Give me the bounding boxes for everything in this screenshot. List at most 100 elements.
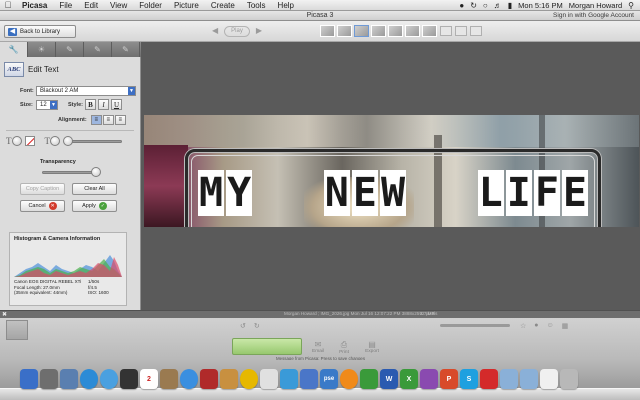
menu-tools[interactable]: Tools xyxy=(241,1,272,10)
outline-slider-knob[interactable] xyxy=(63,135,73,146)
app-icon-red[interactable] xyxy=(480,369,498,389)
photoshop-icon[interactable]: pse xyxy=(320,369,338,389)
font-select[interactable]: Blackout 2 AM ▼ xyxy=(36,86,136,96)
view-grid-button[interactable] xyxy=(470,26,482,36)
align-center-icon[interactable]: ≡ xyxy=(102,115,114,125)
email-button[interactable]: ✉ Email xyxy=(308,340,328,354)
trash-icon[interactable] xyxy=(560,369,578,389)
close-icon[interactable]: ✖ xyxy=(2,311,7,318)
apply-button[interactable]: Apply ✓ xyxy=(72,200,117,212)
user-name[interactable]: Morgan Howard xyxy=(569,1,622,10)
timemachine-icon[interactable]: ↻ xyxy=(470,1,477,10)
view-compare-button[interactable] xyxy=(455,26,467,36)
bluetooth-icon[interactable]: ● xyxy=(459,1,464,10)
word-icon[interactable]: W xyxy=(380,369,398,389)
filmstrip-thumb[interactable] xyxy=(371,25,386,37)
tab-tuning[interactable]: ☀ xyxy=(28,42,56,57)
location-icon[interactable]: ● xyxy=(534,322,538,330)
wifi-icon[interactable]: ○ xyxy=(483,1,488,10)
signin-link[interactable]: Sign in with Google Account xyxy=(553,12,634,19)
documents-folder-icon[interactable] xyxy=(520,369,538,389)
document-stack-icon[interactable] xyxy=(540,369,558,389)
filmstrip-thumb[interactable] xyxy=(422,25,437,37)
back-to-library-button[interactable]: ◀ Back to Library xyxy=(4,25,76,38)
previous-icon[interactable]: ◀ xyxy=(212,26,218,37)
overlay-text[interactable]: MYNEWLIFE xyxy=(198,167,588,219)
grid-icon[interactable]: ▦ xyxy=(562,322,569,330)
contacts-icon[interactable] xyxy=(160,369,178,389)
bold-button[interactable]: B xyxy=(84,99,96,110)
filmstrip-thumb[interactable] xyxy=(388,25,403,37)
play-button[interactable]: Play xyxy=(224,26,250,37)
excel-icon[interactable]: X xyxy=(400,369,418,389)
copy-caption-button[interactable]: Copy Caption xyxy=(20,183,65,195)
no-fill-swatch[interactable] xyxy=(24,136,35,146)
safari-icon[interactable] xyxy=(100,369,118,389)
powerpoint-icon[interactable]: P xyxy=(440,369,458,389)
underline-button[interactable]: U xyxy=(110,99,122,110)
iphoto-icon[interactable] xyxy=(220,369,238,389)
clear-all-button[interactable]: Clear All xyxy=(72,183,117,195)
calendar-icon[interactable]: 2 xyxy=(140,369,158,389)
filmstrip-thumb[interactable] xyxy=(337,25,352,37)
transparency-slider[interactable] xyxy=(42,167,101,177)
menu-create[interactable]: Create xyxy=(205,1,241,10)
view-single-button[interactable] xyxy=(440,26,452,36)
photo-tray-thumb[interactable] xyxy=(6,320,28,340)
camera-icon[interactable] xyxy=(120,369,138,389)
print-button[interactable]: ⎙ Print xyxy=(334,340,354,355)
text-color-picker[interactable] xyxy=(11,136,22,146)
dashboard-icon[interactable] xyxy=(40,369,58,389)
tab-effects[interactable]: ✎ xyxy=(56,42,84,57)
app-store-icon[interactable] xyxy=(80,369,98,389)
clock[interactable]: Mon 5:16 PM xyxy=(518,1,563,10)
app-icon-purple[interactable] xyxy=(420,369,438,389)
tab-basic-fixes[interactable]: 🔧 xyxy=(0,42,28,57)
tag-icon[interactable]: ☆ xyxy=(520,322,526,330)
menu-edit[interactable]: Edit xyxy=(78,1,104,10)
zoom-slider[interactable] xyxy=(440,324,510,327)
filmstrip-thumb[interactable] xyxy=(405,25,420,37)
messages-icon[interactable] xyxy=(280,369,298,389)
battery-icon[interactable]: ▮ xyxy=(508,1,512,10)
outline-color-picker[interactable] xyxy=(50,136,60,146)
itunes-icon[interactable] xyxy=(180,369,198,389)
size-select[interactable]: 12 ▼ xyxy=(36,99,58,110)
finder-icon[interactable] xyxy=(20,369,38,389)
app-icon-orange[interactable] xyxy=(340,369,358,389)
chrome-icon[interactable] xyxy=(240,369,258,389)
rotate-left-icon[interactable]: ↺ xyxy=(240,322,246,330)
spotlight-icon[interactable]: ⚲ xyxy=(628,1,634,10)
transparency-slider-knob[interactable] xyxy=(91,167,101,177)
rotate-right-icon[interactable]: ↻ xyxy=(254,322,260,330)
facetime-icon[interactable] xyxy=(300,369,318,389)
skype-icon[interactable]: S xyxy=(460,369,478,389)
filmstrip-thumb-selected[interactable] xyxy=(354,25,369,37)
menu-help[interactable]: Help xyxy=(272,1,300,10)
menu-app[interactable]: Picasa xyxy=(16,1,53,10)
photobooth-icon[interactable] xyxy=(200,369,218,389)
menu-view[interactable]: View xyxy=(104,1,133,10)
align-left-icon[interactable]: ≡ xyxy=(90,115,102,125)
photo[interactable]: MYNEWLIFE xyxy=(144,115,639,227)
picasa-icon[interactable] xyxy=(260,369,278,389)
outline-width-slider[interactable] xyxy=(63,135,122,146)
align-right-icon[interactable]: ≡ xyxy=(114,115,126,125)
menu-folder[interactable]: Folder xyxy=(133,1,168,10)
tab-effects-2[interactable]: ✎ xyxy=(84,42,112,57)
volume-icon[interactable]: ♬ xyxy=(494,1,502,10)
cancel-button[interactable]: Cancel ✕ xyxy=(20,200,65,212)
next-icon[interactable]: ▶ xyxy=(256,26,262,37)
italic-button[interactable]: I xyxy=(97,99,109,110)
tab-effects-3[interactable]: ✎ xyxy=(112,42,140,57)
filmstrip-thumb[interactable] xyxy=(320,25,335,37)
applications-folder-icon[interactable] xyxy=(500,369,518,389)
menu-file[interactable]: File xyxy=(53,1,78,10)
people-icon[interactable]: ☺ xyxy=(547,322,554,330)
menu-picture[interactable]: Picture xyxy=(168,1,205,10)
mission-control-icon[interactable] xyxy=(60,369,78,389)
apple-icon[interactable]:  xyxy=(0,0,16,10)
app-icon-green[interactable] xyxy=(360,369,378,389)
export-button[interactable]: ▤ Export xyxy=(362,340,382,354)
upload-button[interactable] xyxy=(232,338,302,355)
